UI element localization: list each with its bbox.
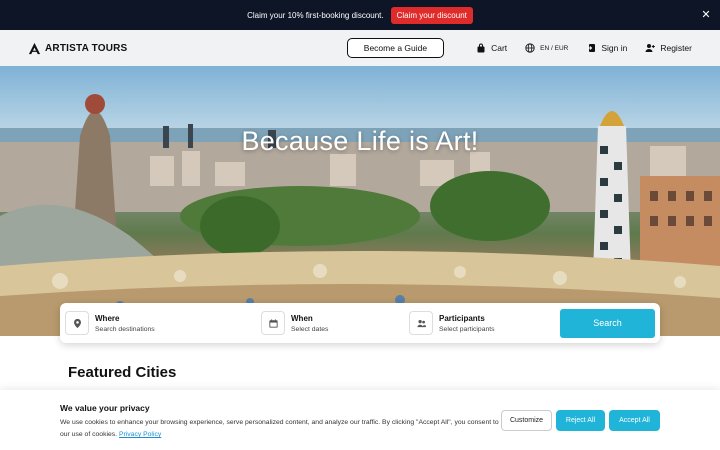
globe-icon: [525, 43, 535, 53]
logo-text: ARTISTA TOURS: [45, 42, 128, 54]
promo-text: Claim your 10% first-booking discount.: [247, 10, 384, 20]
locale-label: EN / EUR: [540, 44, 569, 52]
privacy-policy-link[interactable]: Privacy Policy: [119, 431, 161, 438]
hero-title: Because Life is Art!: [241, 126, 479, 156]
sign-in-link[interactable]: Sign in: [586, 43, 627, 53]
site-header: ARTISTA TOURS Become a Guide Cart EN / E…: [0, 30, 720, 66]
cookie-text: We use cookies to enhance your browsing …: [60, 417, 500, 441]
logo-icon: [28, 42, 41, 54]
when-label: When: [291, 313, 313, 323]
people-icon: [409, 311, 433, 335]
search-panel: Where Search destinations When Select da…: [60, 303, 660, 343]
close-icon[interactable]: ✕: [700, 9, 712, 21]
bag-icon: [477, 43, 485, 53]
participants-label: Participants: [439, 313, 485, 323]
participants-placeholder: Select participants: [439, 325, 495, 333]
logo[interactable]: ARTISTA TOURS: [28, 42, 127, 55]
cookie-title: We value your privacy: [60, 403, 150, 413]
add-user-icon: [645, 44, 656, 52]
sign-in-icon: [586, 44, 596, 52]
where-field[interactable]: Where Search destinations: [65, 309, 261, 337]
where-label: Where: [95, 313, 120, 323]
sign-in-label: Sign in: [601, 43, 628, 53]
when-field[interactable]: When Select dates: [261, 309, 409, 337]
customize-button[interactable]: Customize: [501, 410, 552, 431]
accept-all-button[interactable]: Accept All: [609, 410, 660, 431]
featured-cities-heading: Featured Cities: [68, 364, 177, 381]
header-nav: Become a Guide Cart EN / EUR Sign in Reg…: [346, 38, 692, 58]
hero-banner: Because Life is Art!: [0, 66, 720, 336]
become-guide-button[interactable]: Become a Guide: [346, 38, 445, 58]
where-placeholder: Search destinations: [95, 325, 155, 333]
when-placeholder: Select dates: [291, 325, 329, 333]
cart-link[interactable]: Cart: [476, 43, 507, 53]
claim-discount-button[interactable]: Claim your discount: [390, 6, 473, 24]
hero-image: [0, 94, 720, 336]
search-button[interactable]: Search: [560, 308, 655, 338]
locale-selector[interactable]: EN / EUR: [525, 43, 568, 53]
register-label: Register: [660, 43, 692, 53]
cart-label: Cart: [491, 43, 508, 53]
calendar-icon: [261, 311, 285, 335]
reject-all-button[interactable]: Reject All: [556, 410, 605, 431]
participants-field[interactable]: Participants Select participants: [409, 309, 559, 337]
location-pin-icon: [65, 311, 89, 335]
cookie-banner: We value your privacy We use cookies to …: [0, 390, 720, 450]
register-link[interactable]: Register: [645, 43, 692, 53]
promo-bar: Claim your 10% first-booking discount. C…: [0, 0, 720, 30]
